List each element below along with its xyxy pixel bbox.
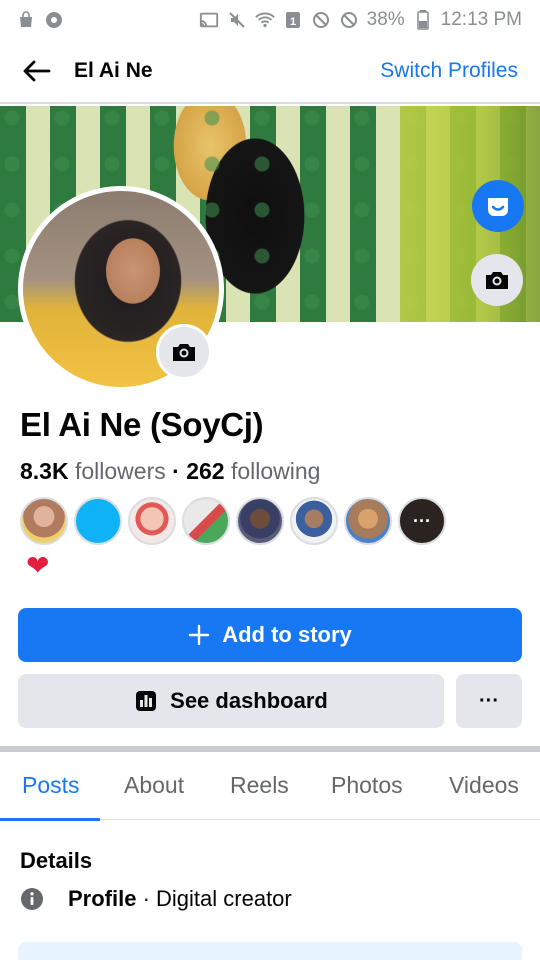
back-button[interactable] (18, 53, 54, 89)
see-dashboard-label: See dashboard (170, 688, 328, 713)
profile-name: El Ai Ne (SoyCj) (20, 406, 264, 443)
follower-avatar[interactable] (344, 497, 392, 545)
avatar-button[interactable] (472, 180, 524, 232)
follower-avatar[interactable] (182, 497, 230, 545)
followers-label[interactable]: followers (75, 458, 166, 484)
status-right: 1 38% 12:13 PM (199, 9, 522, 31)
tab-videos[interactable]: Videos (449, 752, 519, 820)
back-arrow-icon (23, 60, 51, 82)
tab-posts[interactable]: Posts (0, 752, 99, 821)
follower-avatar[interactable] (74, 497, 122, 545)
followers-count[interactable]: 8.3K (20, 458, 69, 484)
header-title: El Ai Ne (74, 59, 153, 82)
block-icon (311, 10, 331, 30)
profile-page: 1 38% 12:13 PM El Ai Ne Switch Profiles (0, 0, 540, 960)
details-heading: Details (20, 848, 93, 873)
detail-separator: · (136, 886, 157, 911)
add-to-story-label: Add to story (222, 622, 352, 647)
cast-icon (199, 10, 219, 30)
more-options-button[interactable]: ··· (456, 674, 522, 728)
follower-avatar[interactable] (20, 497, 68, 545)
detail-category-row: Profile · Digital creator (20, 886, 292, 912)
app-header: El Ai Ne Switch Profiles (0, 40, 540, 104)
aperture-icon (44, 10, 64, 30)
switch-profiles-link[interactable]: Switch Profiles (380, 59, 518, 83)
status-bar: 1 38% 12:13 PM (0, 0, 540, 40)
followers-avatars[interactable]: ··· (20, 497, 446, 545)
edit-profile-picture-button[interactable] (156, 324, 212, 380)
follower-avatar[interactable] (236, 497, 284, 545)
mute-icon (227, 10, 247, 30)
profile-tabs: Posts About Reels Photos Videos (0, 752, 540, 821)
following-count[interactable]: 262 (186, 458, 224, 484)
detail-category-value: Digital creator (156, 886, 292, 911)
shopping-bag-icon (16, 10, 36, 30)
see-dashboard-button[interactable]: See dashboard (18, 674, 444, 728)
tab-reels[interactable]: Reels (230, 752, 289, 820)
status-left (16, 10, 64, 30)
svg-text:1: 1 (290, 16, 296, 28)
dashboard-icon (136, 691, 157, 711)
wifi-icon (254, 10, 275, 30)
detail-category-label: Profile (68, 886, 137, 911)
avatar-face-icon (488, 198, 508, 216)
follow-stats: 8.3K followers · 262 following (20, 458, 320, 485)
heart-emoji: ❤ (26, 550, 50, 581)
edit-cover-button[interactable] (471, 254, 523, 306)
plus-icon (189, 624, 210, 646)
info-icon (21, 888, 43, 910)
following-label[interactable]: following (231, 458, 321, 484)
camera-icon (173, 344, 195, 361)
stats-separator: · (172, 458, 180, 484)
block-icon-2 (339, 10, 359, 30)
follower-avatar[interactable] (290, 497, 338, 545)
sim-icon: 1 (283, 10, 303, 30)
more-followers-button[interactable]: ··· (398, 497, 446, 545)
tab-photos[interactable]: Photos (331, 752, 403, 820)
tab-about[interactable]: About (124, 752, 184, 820)
follower-avatar[interactable] (128, 497, 176, 545)
clock: 12:13 PM (440, 9, 522, 30)
edit-public-details-button[interactable] (18, 942, 522, 960)
battery-percent: 38% (366, 9, 405, 30)
battery-icon (413, 10, 433, 30)
camera-icon (486, 272, 508, 289)
add-to-story-button[interactable]: Add to story (18, 608, 522, 662)
